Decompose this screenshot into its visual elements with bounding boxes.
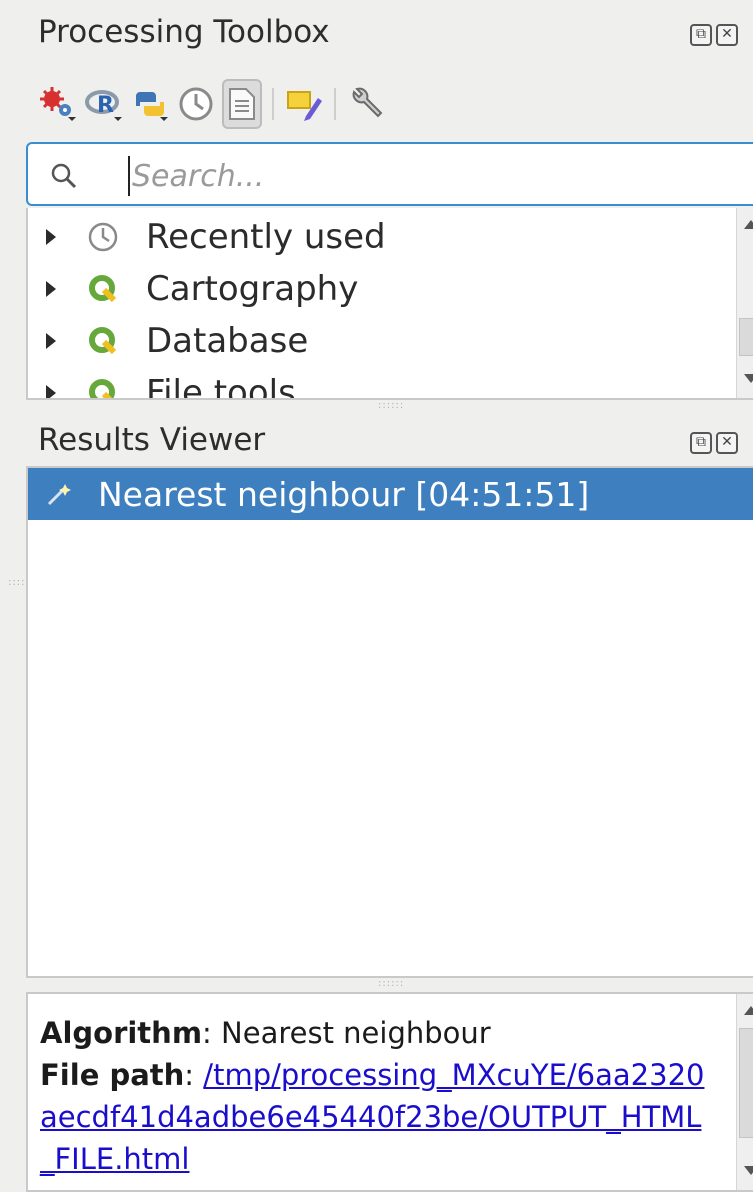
float-panel-icon[interactable]: ⧉ (690, 432, 712, 454)
tree-item-recently-used[interactable]: Recently used (28, 211, 386, 263)
results-dock-buttons: ⧉ ✕ (690, 432, 738, 454)
splitter-handle[interactable]: :::::: (378, 978, 404, 989)
search-box[interactable] (26, 142, 753, 206)
tree-scrollbar[interactable] (736, 208, 753, 398)
tree-item-cartography[interactable]: Cartography (28, 263, 358, 315)
toolbar-separator (334, 88, 336, 120)
results-viewer-icon[interactable] (222, 79, 262, 129)
search-input[interactable] (130, 154, 694, 198)
result-item[interactable]: Nearest neighbour [04:51:51] (28, 468, 753, 520)
details-text: Algorithm: Nearest neighbour File path: … (40, 1012, 710, 1180)
qgis-icon (86, 324, 120, 358)
algorithm-wand-icon (44, 479, 74, 509)
models-gear-icon[interactable] (38, 79, 78, 129)
tree-item-label: File tools (146, 373, 296, 400)
details-scrollbar[interactable] (736, 994, 753, 1190)
file-path-separator: : (184, 1058, 204, 1092)
scrollbar-thumb[interactable] (739, 1028, 753, 1138)
r-script-icon[interactable]: R (84, 79, 124, 129)
scroll-down-arrow-icon[interactable] (744, 374, 753, 383)
algorithm-tree[interactable]: Recently used Cartography Database File … (26, 208, 753, 400)
scroll-down-arrow-icon[interactable] (744, 1166, 753, 1175)
scroll-up-arrow-icon[interactable] (744, 220, 753, 229)
tree-item-label: Cartography (146, 269, 359, 309)
tree-item-database[interactable]: Database (28, 315, 308, 367)
toolbox-title: Processing Toolbox (38, 14, 330, 50)
svg-text:R: R (97, 93, 114, 118)
tree-item-label: Recently used (146, 217, 386, 257)
expand-arrow-icon[interactable] (46, 281, 56, 297)
file-path-label: File path (40, 1058, 185, 1092)
scroll-up-arrow-icon[interactable] (744, 1006, 753, 1015)
qgis-icon (86, 376, 120, 398)
search-icon (51, 163, 77, 189)
float-panel-icon[interactable]: ⧉ (690, 24, 712, 46)
expand-arrow-icon[interactable] (46, 229, 56, 245)
qgis-icon (86, 272, 120, 306)
result-details: Algorithm: Nearest neighbour File path: … (26, 992, 753, 1192)
close-panel-icon[interactable]: ✕ (716, 432, 738, 454)
close-panel-icon[interactable]: ✕ (716, 24, 738, 46)
expand-arrow-icon[interactable] (46, 333, 56, 349)
tree-item-label: Database (146, 321, 309, 361)
toolbox-toolbar: R (38, 76, 392, 132)
history-clock-icon[interactable] (176, 79, 216, 129)
toolbar-separator (272, 88, 274, 120)
python-script-icon[interactable] (130, 79, 170, 129)
clock-icon (86, 220, 120, 254)
splitter-handle[interactable]: :::::: (378, 400, 404, 411)
results-list[interactable]: Nearest neighbour [04:51:51] (26, 466, 753, 978)
dock-resize-handle[interactable]: ::::: (8, 578, 29, 588)
algorithm-value: : Nearest neighbour (202, 1016, 491, 1050)
toolbox-dock-buttons: ⧉ ✕ (690, 24, 738, 46)
expand-arrow-icon[interactable] (46, 385, 56, 398)
edit-features-in-place-icon[interactable] (284, 79, 324, 129)
results-viewer-title: Results Viewer (38, 422, 266, 458)
tree-item-file-tools[interactable]: File tools (28, 367, 296, 400)
result-item-label: Nearest neighbour [04:51:51] (98, 474, 590, 514)
scrollbar-thumb[interactable] (739, 318, 753, 356)
options-wrench-icon[interactable] (346, 79, 386, 129)
algorithm-label: Algorithm (40, 1016, 203, 1050)
